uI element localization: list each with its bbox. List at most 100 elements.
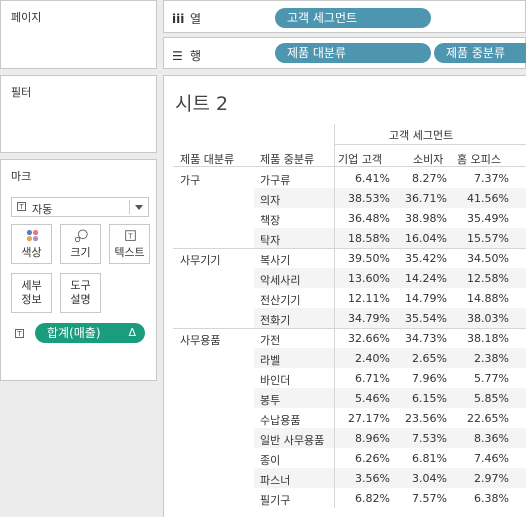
value-cell[interactable]: 35.54%	[394, 312, 447, 325]
value-cell[interactable]: 12.11%	[336, 292, 390, 305]
value-cell[interactable]: 36.48%	[336, 212, 390, 225]
sheet-card: 시트 2 고객 세그먼트 제품 대분류 제품 중분류 기업 고객 소비자 홈 오…	[163, 75, 526, 517]
column-group-header[interactable]: 고객 세그먼트	[389, 127, 453, 143]
text-button[interactable]: T 텍스트	[109, 224, 150, 264]
subcategory-cell[interactable]: 전화기	[260, 312, 290, 328]
column-header-corporate[interactable]: 기업 고객	[338, 151, 382, 167]
value-cell[interactable]: 2.38%	[449, 352, 509, 365]
value-cell[interactable]: 22.65%	[449, 412, 509, 425]
subcategory-cell[interactable]: 봉투	[260, 392, 280, 408]
value-cell[interactable]: 18.58%	[336, 232, 390, 245]
value-cell[interactable]: 34.50%	[449, 252, 509, 265]
column-pill-customer-segment[interactable]: 고객 세그먼트	[275, 8, 431, 28]
tooltip-label: 도구 설명	[70, 279, 91, 306]
value-cell[interactable]: 7.46%	[449, 452, 509, 465]
value-cell[interactable]: 7.57%	[394, 492, 447, 505]
row-header-subcategory[interactable]: 제품 중분류	[260, 151, 314, 167]
value-cell[interactable]: 5.46%	[336, 392, 390, 405]
value-cell[interactable]: 8.27%	[394, 172, 447, 185]
subcategory-cell[interactable]: 바인더	[260, 372, 290, 388]
value-cell[interactable]: 6.71%	[336, 372, 390, 385]
rows-shelf[interactable]: ☰ 행 제품 대분류 제품 중분류	[163, 37, 526, 69]
value-cell[interactable]: 2.40%	[336, 352, 390, 365]
pages-card[interactable]: 페이지	[0, 0, 157, 69]
value-cell[interactable]: 12.58%	[449, 272, 509, 285]
value-cell[interactable]: 39.50%	[336, 252, 390, 265]
category-cell[interactable]: 사무용품	[180, 332, 220, 348]
column-header-home-office[interactable]: 홈 오피스	[457, 151, 501, 167]
value-cell[interactable]: 6.15%	[394, 392, 447, 405]
column-header-consumer[interactable]: 소비자	[413, 151, 443, 167]
value-cell[interactable]: 8.36%	[449, 432, 509, 445]
value-cell[interactable]: 38.53%	[336, 192, 390, 205]
value-cell[interactable]: 34.79%	[336, 312, 390, 325]
value-cell[interactable]: 14.88%	[449, 292, 509, 305]
subcategory-cell[interactable]: 복사기	[260, 252, 290, 268]
subcategory-cell[interactable]: 라벨	[260, 352, 280, 368]
subcategory-cell[interactable]: 악세사리	[260, 272, 300, 288]
columns-shelf[interactable]: iii 열 고객 세그먼트	[163, 0, 526, 33]
value-cell[interactable]: 16.04%	[394, 232, 447, 245]
value-cell[interactable]: 3.56%	[336, 472, 390, 485]
value-cell[interactable]: 35.49%	[449, 212, 509, 225]
value-cell[interactable]: 27.17%	[336, 412, 390, 425]
value-cell[interactable]: 2.65%	[394, 352, 447, 365]
subcategory-cell[interactable]: 필기구	[260, 492, 290, 508]
color-button[interactable]: 색상	[11, 224, 52, 264]
category-cell[interactable]: 사무기기	[180, 252, 220, 268]
value-cell[interactable]: 35.42%	[394, 252, 447, 265]
svg-text:T: T	[127, 233, 133, 241]
value-cell[interactable]: 38.03%	[449, 312, 509, 325]
value-cell[interactable]: 34.73%	[394, 332, 447, 345]
subcategory-cell[interactable]: 의자	[260, 192, 280, 208]
tooltip-button[interactable]: 도구 설명	[60, 273, 101, 313]
category-cell[interactable]: 가구	[180, 172, 200, 188]
value-cell[interactable]: 6.38%	[449, 492, 509, 505]
row-pill-product-category[interactable]: 제품 대분류	[275, 43, 431, 63]
size-button[interactable]: 크기	[60, 224, 101, 264]
value-cell[interactable]: 14.79%	[394, 292, 447, 305]
subcategory-cell[interactable]: 가전	[260, 332, 280, 348]
mark-type-dropdown[interactable]: T 자동	[11, 197, 149, 217]
header-divider	[173, 166, 526, 167]
subcategory-cell[interactable]: 탁자	[260, 232, 280, 248]
value-cell[interactable]: 23.56%	[394, 412, 447, 425]
filters-card[interactable]: 필터	[0, 75, 157, 153]
value-cell[interactable]: 8.96%	[336, 432, 390, 445]
subcategory-cell[interactable]: 책장	[260, 212, 280, 228]
value-cell[interactable]: 6.81%	[394, 452, 447, 465]
column-group-divider	[334, 144, 526, 145]
measure-pill-sum-sales[interactable]: 합계(매출) Δ	[35, 323, 145, 343]
value-cell[interactable]: 6.82%	[336, 492, 390, 505]
value-cell[interactable]: 5.77%	[449, 372, 509, 385]
subcategory-cell[interactable]: 일반 사무용품	[260, 432, 324, 448]
subcategory-cell[interactable]: 종이	[260, 452, 280, 468]
subcategory-cell[interactable]: 파스너	[260, 472, 290, 488]
row-pill-product-subcategory[interactable]: 제품 중분류	[434, 43, 526, 63]
subcategory-cell[interactable]: 가구류	[260, 172, 290, 188]
value-cell[interactable]: 13.60%	[336, 272, 390, 285]
value-cell[interactable]: 5.85%	[449, 392, 509, 405]
value-cell[interactable]: 38.98%	[394, 212, 447, 225]
value-cell[interactable]: 36.71%	[394, 192, 447, 205]
value-cell[interactable]: 15.57%	[449, 232, 509, 245]
value-cell[interactable]: 6.41%	[336, 172, 390, 185]
value-cell[interactable]: 3.04%	[394, 472, 447, 485]
group-divider	[173, 328, 526, 329]
value-cell[interactable]: 38.18%	[449, 332, 509, 345]
value-cell[interactable]: 7.37%	[449, 172, 509, 185]
value-cell[interactable]: 32.66%	[336, 332, 390, 345]
subcategory-cell[interactable]: 전산기기	[260, 292, 300, 308]
value-cell[interactable]: 6.26%	[336, 452, 390, 465]
value-cell[interactable]: 7.53%	[394, 432, 447, 445]
text-encoding-icon[interactable]: T	[15, 329, 24, 338]
value-cell[interactable]: 2.97%	[449, 472, 509, 485]
value-cell[interactable]: 41.56%	[449, 192, 509, 205]
subcategory-cell[interactable]: 수납용품	[260, 412, 300, 428]
value-cell[interactable]: 14.24%	[394, 272, 447, 285]
detail-button[interactable]: 세부 정보	[11, 273, 52, 313]
value-cell[interactable]: 7.96%	[394, 372, 447, 385]
detail-label: 세부 정보	[21, 279, 42, 306]
chevron-down-icon[interactable]	[135, 205, 143, 210]
row-header-category[interactable]: 제품 대분류	[180, 151, 234, 167]
